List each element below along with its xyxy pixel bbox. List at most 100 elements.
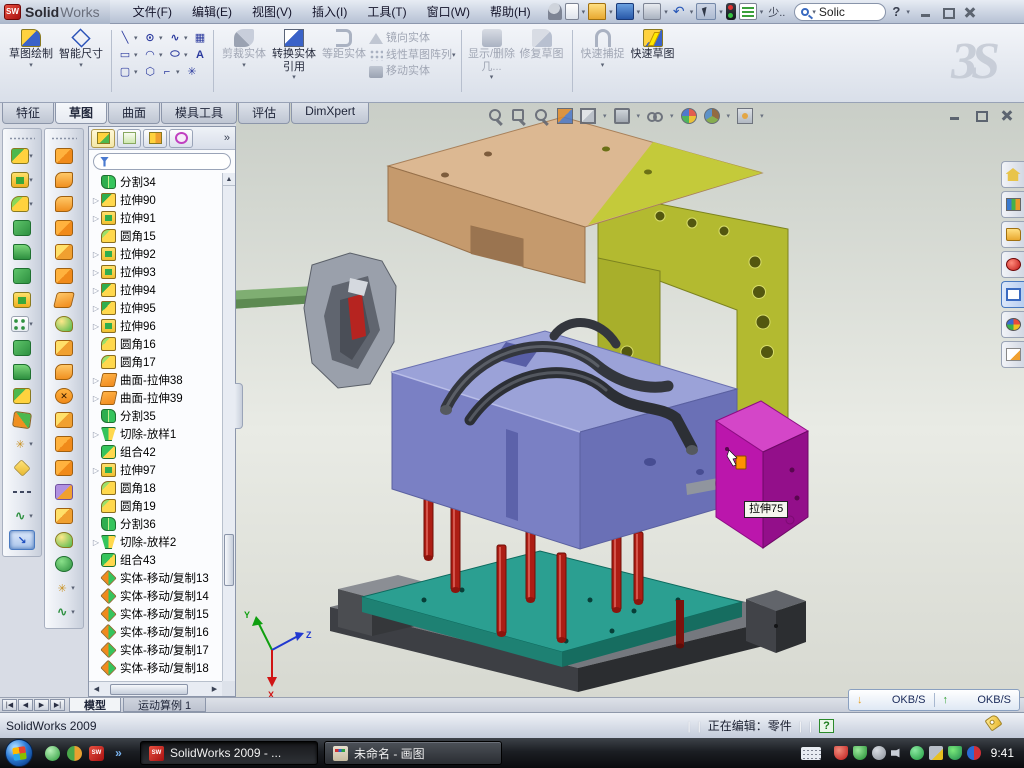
face-fillet-icon[interactable] (55, 532, 73, 548)
knit-surface-icon[interactable] (55, 340, 73, 356)
tree-item-曲面-拉伸39[interactable]: ▷曲面-拉伸39 (91, 389, 221, 407)
dropdown-caret[interactable]: ▾ (71, 608, 75, 616)
move-body-icon[interactable] (13, 388, 31, 404)
replace-face-icon[interactable] (55, 412, 73, 428)
offset-entities-button[interactable]: 等距实体 (319, 28, 369, 61)
plane-icon[interactable] (13, 459, 30, 476)
quick-tips-icon[interactable]: ? (819, 719, 834, 733)
tree-item-实体-移动/复制18[interactable]: 实体-移动/复制18 (91, 659, 221, 677)
scroll-right-icon[interactable]: ▶ (207, 685, 222, 693)
expand-arrow-icon[interactable]: ▷ (91, 286, 101, 295)
dimxpertmanager-tab[interactable] (169, 129, 193, 148)
linear-pattern-icon[interactable] (11, 316, 29, 332)
menu-插入(I)[interactable]: 插入(I) (303, 1, 356, 22)
tree-item-圆角18[interactable]: 圆角18 (91, 479, 221, 497)
design-library-tab[interactable] (1001, 191, 1024, 218)
expand-arrow-icon[interactable]: ▷ (91, 214, 101, 223)
convert-entities-button[interactable]: 转换实体引用 ▾ (269, 28, 319, 81)
dropdown-caret[interactable]: ▾ (727, 112, 731, 120)
dropdown-caret[interactable]: ▾ (29, 440, 33, 448)
tab-草图[interactable]: 草图 (55, 103, 107, 124)
tree-item-拉伸93[interactable]: ▷拉伸93 (91, 263, 221, 281)
tree-item-拉伸90[interactable]: ▷拉伸90 (91, 191, 221, 209)
configurationmanager-tab[interactable] (143, 129, 167, 148)
split-icon[interactable] (13, 364, 31, 380)
dropdown-caret[interactable]: ▾ (159, 34, 166, 42)
planar-surface-icon[interactable] (53, 292, 75, 308)
fillet-icon[interactable] (11, 196, 29, 212)
quick-snaps-button[interactable]: 快速捕捉 ▾ (578, 28, 628, 69)
tree-item-拉伸91[interactable]: ▷拉伸91 (91, 209, 221, 227)
tree-horizontal-scrollbar[interactable]: ◀ ▶ (89, 681, 222, 696)
hide-show-items-icon[interactable] (647, 108, 663, 124)
edit-appearance-icon[interactable] (681, 108, 697, 124)
move-entities-button[interactable]: 移动实体 (369, 65, 456, 78)
filled-surface-icon[interactable] (55, 316, 73, 332)
propertymanager-tab[interactable] (117, 129, 141, 148)
extend-surface-icon[interactable] (55, 460, 73, 476)
dropdown-caret[interactable]: ▾ (159, 51, 166, 59)
reference-point-icon[interactable]: ✳ (11, 436, 29, 452)
nav-button-3[interactable]: ▶| (50, 699, 65, 711)
zoom-fit-icon[interactable] (488, 108, 504, 124)
tree-item-圆角15[interactable]: 圆角15 (91, 227, 221, 245)
expand-arrow-icon[interactable]: ▷ (91, 466, 101, 475)
part-gray-insert[interactable] (236, 253, 396, 388)
help-button[interactable]: ? (892, 4, 900, 19)
ellipse-icon[interactable]: ⬭ (167, 47, 183, 62)
dropdown-caret[interactable]: ▾ (490, 73, 494, 81)
part-magenta-block[interactable] (716, 401, 808, 548)
repair-sketch-button[interactable]: 修复草图 (517, 28, 567, 61)
tree-item-分割35[interactable]: 分割35 (91, 407, 221, 425)
dropdown-caret[interactable]: ▾ (670, 112, 674, 120)
tree-filter-input[interactable] (93, 153, 231, 170)
dome-icon[interactable] (55, 556, 73, 572)
task-未命名 - 画图[interactable]: 未命名 - 画图 (324, 741, 502, 765)
swept-surface-icon[interactable] (55, 196, 73, 212)
graphics-area[interactable]: Y Z X ▾▾▾▾▾ 拉伸75 (236, 103, 1024, 697)
slot-icon[interactable]: ▢ (117, 64, 133, 79)
dropdown-caret[interactable]: ▾ (184, 51, 191, 59)
lofted-surface-icon[interactable] (55, 220, 73, 236)
scrollbar-thumb[interactable] (110, 684, 188, 695)
display-delete-relations-button[interactable]: 显示/删除几... ▾ (467, 28, 517, 81)
apply-scene-icon[interactable] (704, 108, 720, 124)
tab-曲面[interactable]: 曲面 (108, 103, 160, 124)
tree-item-分割34[interactable]: 分割34 (91, 173, 221, 191)
tree-item-实体-移动/复制14[interactable]: 实体-移动/复制14 (91, 587, 221, 605)
spline-icon[interactable]: ∿ (167, 30, 183, 45)
shield-red-icon[interactable] (834, 746, 848, 760)
instant3d-icon[interactable]: ↘ (9, 530, 35, 550)
tree-item-分割36[interactable]: 分割36 (91, 515, 221, 533)
options-button[interactable] (739, 3, 757, 20)
network-warn-icon[interactable] (929, 746, 943, 760)
select-tool-button[interactable] (696, 3, 716, 20)
print-button[interactable] (643, 3, 661, 20)
dropdown-caret[interactable]: ▾ (242, 61, 246, 69)
dropdown-caret[interactable]: ▾ (176, 68, 183, 76)
line-icon[interactable]: ╲ (117, 30, 133, 45)
delete-face-icon[interactable]: ✕ (55, 388, 73, 404)
expand-arrow-icon[interactable]: ▷ (91, 250, 101, 259)
select-entities-icon[interactable]: ▦ (192, 30, 208, 45)
rib-icon[interactable] (13, 220, 31, 236)
sketch-button[interactable]: 草图绘制 ▾ (6, 28, 56, 69)
dropdown-caret[interactable]: ▾ (637, 112, 641, 120)
featuremanager-tab[interactable] (91, 129, 115, 148)
menu-编辑(E)[interactable]: 编辑(E) (183, 1, 241, 22)
surface-fillet-icon[interactable] (55, 364, 73, 380)
dropdown-caret[interactable]: ▾ (664, 8, 668, 16)
doc-close-icon[interactable] (1000, 109, 1014, 121)
restore-icon[interactable] (941, 6, 955, 18)
search-input[interactable]: ▾ Solic (794, 3, 886, 21)
file-explorer-tab[interactable] (1001, 221, 1024, 248)
dropdown-caret[interactable]: ▾ (609, 8, 613, 16)
solidworks-launcher-icon[interactable]: SW (89, 746, 104, 761)
point-icon[interactable]: ✳ (184, 64, 200, 79)
chevron-icon[interactable]: » (224, 132, 233, 144)
shield-green-icon[interactable] (853, 746, 867, 760)
menu-窗口(W)[interactable]: 窗口(W) (418, 1, 479, 22)
tree-item-圆角16[interactable]: 圆角16 (91, 335, 221, 353)
extruded-surface-icon[interactable] (55, 148, 73, 164)
appearances-tab[interactable] (1001, 311, 1024, 338)
